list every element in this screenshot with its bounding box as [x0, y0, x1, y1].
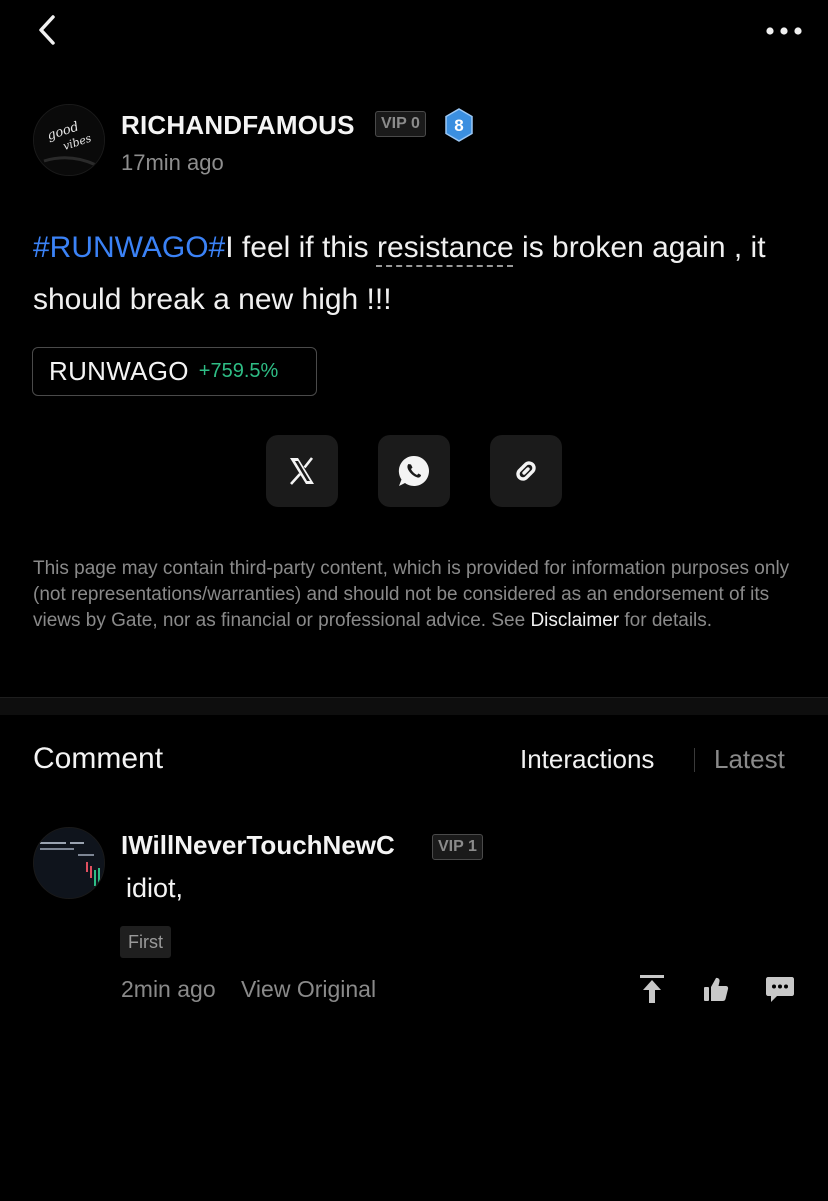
share-link-button[interactable] — [490, 435, 562, 507]
back-button[interactable] — [30, 12, 66, 48]
like-button[interactable] — [699, 972, 733, 1006]
commenter-avatar[interactable] — [33, 827, 105, 899]
comments-title: Comment — [33, 742, 164, 775]
thumbs-up-icon — [704, 977, 729, 1001]
tab-separator — [694, 748, 695, 772]
tab-interactions[interactable]: Interactions — [520, 744, 654, 775]
coin-chip[interactable]: RUNWAGO +759.5% — [32, 347, 317, 396]
disclaimer-text: This page may contain third-party conten… — [33, 556, 803, 634]
chevron-left-icon — [39, 15, 55, 45]
coin-change: +759.5% — [198, 360, 279, 382]
share-x-button[interactable] — [266, 435, 338, 507]
highlighted-term[interactable]: resistance — [377, 231, 514, 264]
comment-bubble-icon — [766, 977, 794, 1002]
link-icon — [516, 461, 536, 481]
coin-name: RUNWAGO — [49, 356, 189, 386]
first-comment-tag: First — [120, 926, 171, 958]
share-whatsapp-button[interactable] — [378, 435, 450, 507]
comment-text: idiot, — [126, 873, 184, 903]
post-author: good vibes RICHANDFAMOUS VIP 0 8 17min a… — [33, 104, 793, 180]
vip-badge: VIP 0 — [375, 111, 426, 137]
disclaimer-suffix: for details. — [619, 610, 713, 631]
more-dots-icon — [766, 27, 802, 35]
author-name[interactable]: RICHANDFAMOUS — [121, 110, 355, 141]
comment-time: 2min ago — [121, 976, 216, 1002]
section-divider — [0, 697, 828, 715]
reply-button[interactable] — [763, 972, 797, 1006]
tab-latest[interactable]: Latest — [714, 744, 785, 775]
whatsapp-icon — [398, 455, 429, 486]
x-icon — [290, 457, 314, 485]
top-bar — [0, 0, 828, 64]
post-text-before: I feel if this — [225, 231, 377, 264]
author-avatar[interactable]: good vibes — [33, 104, 105, 176]
disclaimer-link[interactable]: Disclaimer — [530, 610, 619, 631]
post-hashtag[interactable]: #RUNWAGO# — [33, 231, 225, 264]
good-vibes-neon-logo: good vibes — [34, 105, 104, 175]
pin-comment-button[interactable] — [635, 972, 669, 1006]
post-time: 17min ago — [121, 150, 224, 175]
level-number: 8 — [454, 116, 463, 135]
chart-thumbnail-image — [34, 828, 104, 898]
view-original-link[interactable]: View Original — [241, 976, 376, 1003]
more-options-button[interactable] — [766, 18, 802, 44]
pin-to-top-icon — [640, 975, 664, 1003]
commenter-name[interactable]: IWillNeverTouchNewC — [121, 830, 395, 861]
commenter-vip-badge: VIP 1 — [432, 834, 483, 860]
level-badge-icon: 8 — [445, 108, 473, 142]
post-content: #RUNWAGO#I feel if this resistance is br… — [33, 222, 803, 326]
